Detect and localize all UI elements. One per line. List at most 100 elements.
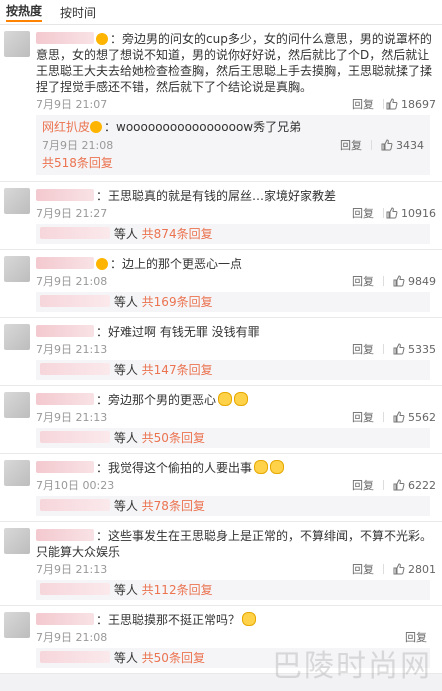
comment-time: 7月9日 21:08	[36, 275, 108, 288]
comment-text: ：王思聪摸那不挺正常吗？	[36, 612, 436, 628]
reply-button[interactable]: 回复	[343, 273, 383, 289]
comment-time: 7月9日 21:13	[36, 411, 108, 424]
more-replies-bar[interactable]: 等人 共78条回复	[36, 496, 430, 516]
vip-icon	[96, 33, 108, 45]
comment-time: 7月9日 21:13	[36, 563, 108, 576]
more-replies-bar[interactable]: 等人 共147条回复	[36, 360, 430, 380]
tab-by-time[interactable]: 按时间	[60, 4, 96, 21]
replier-names	[40, 499, 110, 511]
username[interactable]	[36, 461, 94, 473]
sub-comment-box: 网红扒皮 ：woooooooooooooooow秀了兄弟 7月9日 21:08 回…	[36, 115, 430, 175]
replier-names	[40, 363, 110, 375]
avatar[interactable]	[4, 324, 30, 350]
username[interactable]	[36, 393, 94, 405]
like-button[interactable]: 5562	[384, 411, 436, 424]
like-count: 5562	[408, 410, 436, 424]
like-button[interactable]: 2801	[384, 563, 436, 576]
more-replies-bar[interactable]: 等人 共874条回复	[36, 224, 430, 244]
reply-button[interactable]: 回复	[343, 477, 383, 493]
avatar[interactable]	[4, 460, 30, 486]
vip-icon	[90, 121, 103, 133]
replier-names	[40, 431, 110, 443]
comment-item: ：好难过啊 有钱无罪 没钱有罪 7月9日 21:13 回复 5335 等人 共1…	[0, 318, 442, 386]
tab-by-hot[interactable]: 按热度	[6, 2, 43, 22]
username[interactable]	[36, 189, 94, 201]
comment-text: ：旁边那个男的更恶心	[36, 392, 436, 408]
like-count: 9849	[408, 274, 436, 288]
sort-tabs: 按热度 按时间	[0, 0, 442, 25]
like-count: 5335	[408, 342, 436, 356]
vip-icon	[96, 258, 108, 270]
comment-text: ：我觉得这个偷拍的人要出事	[36, 460, 436, 476]
like-count: 10916	[401, 206, 436, 220]
sub-reply-button[interactable]: 回复	[331, 137, 371, 153]
more-replies-bar[interactable]: 等人 共112条回复	[36, 580, 430, 600]
thumb-up-icon	[393, 563, 405, 575]
reply-button[interactable]: 回复	[343, 341, 383, 357]
username[interactable]	[36, 325, 94, 337]
thumb-up-icon	[393, 411, 405, 423]
more-replies-link[interactable]: 共50条回复	[142, 431, 205, 445]
comment-text: ：旁边男的问女的cup多少，女的问什么意思，男的说罩杯的意思，女的想了想说不知道…	[36, 32, 433, 94]
like-count: 2801	[408, 562, 436, 576]
emoji-icon	[270, 460, 285, 474]
comment-text: ：边上的那个更恶心一点	[36, 256, 436, 272]
comment-text: ：好难过啊 有钱无罪 没钱有罪	[36, 324, 436, 340]
username[interactable]	[36, 529, 94, 541]
comment-time: 7月9日 21:07	[36, 98, 108, 111]
more-replies-bar[interactable]: 等人 共169条回复	[36, 292, 430, 312]
comment-item: ：旁边那个男的更恶心 7月9日 21:13 回复 5562 等人 共50条回复	[0, 386, 442, 454]
username[interactable]	[36, 613, 94, 625]
like-count: 18697	[401, 97, 436, 111]
like-count: 3434	[396, 138, 424, 152]
more-replies-link[interactable]: 共78条回复	[142, 499, 205, 513]
more-replies-link[interactable]: 共874条回复	[142, 227, 213, 241]
thumb-up-icon	[386, 207, 398, 219]
reply-button[interactable]: 回复	[343, 561, 383, 577]
comment-time: 7月10日 00:23	[36, 479, 115, 492]
avatar[interactable]	[4, 612, 30, 638]
replier-names	[40, 651, 110, 663]
like-button[interactable]: 6222	[384, 479, 436, 492]
more-replies-link[interactable]: 共50条回复	[142, 651, 205, 665]
comment-text: ：这些事发生在王思聪身上是正常的，不算绯闻，不算不光彩。只能算大众娱乐	[36, 529, 433, 559]
avatar[interactable]	[4, 31, 30, 57]
comment-text: ：王思聪真的就是有钱的屌丝…家境好家教差	[36, 188, 436, 204]
like-button[interactable]: 10916	[384, 207, 436, 220]
watermark: 巴陵时尚网	[272, 649, 432, 684]
comment-time: 7月9日 21:27	[36, 207, 108, 220]
emoji-icon	[254, 460, 269, 474]
replier-names	[40, 583, 110, 595]
reply-button[interactable]: 回复	[343, 96, 383, 112]
more-replies-bar[interactable]: 等人 共50条回复	[36, 428, 430, 448]
avatar[interactable]	[4, 528, 30, 554]
comment-time: 7月9日 21:13	[36, 343, 108, 356]
like-button[interactable]: 18697	[384, 98, 436, 111]
sub-comment-text: ：woooooooooooooooow秀了兄弟	[104, 120, 302, 134]
username[interactable]	[36, 257, 94, 269]
emoji-icon	[242, 612, 257, 626]
sub-username[interactable]: 网红扒皮	[42, 120, 90, 134]
thumb-up-icon	[381, 139, 393, 151]
more-replies-link[interactable]: 共147条回复	[142, 363, 213, 377]
thumb-up-icon	[393, 343, 405, 355]
replier-names	[40, 227, 110, 239]
thumb-up-icon	[386, 98, 398, 110]
sub-comment-time: 7月9日 21:08	[42, 139, 114, 152]
more-replies-link[interactable]: 共169条回复	[142, 295, 213, 309]
like-button[interactable]: 9849	[384, 275, 436, 288]
thumb-up-icon	[393, 479, 405, 491]
emoji-icon	[218, 392, 233, 406]
replier-names	[40, 295, 110, 307]
sub-like-button[interactable]: 3434	[372, 139, 424, 152]
reply-button[interactable]: 回复	[343, 409, 383, 425]
reply-button[interactable]: 回复	[343, 205, 383, 221]
more-replies-link[interactable]: 共112条回复	[142, 583, 213, 597]
like-count: 6222	[408, 478, 436, 492]
more-replies-link[interactable]: 共518条回复	[42, 156, 113, 170]
avatar[interactable]	[4, 392, 30, 418]
avatar[interactable]	[4, 256, 30, 282]
like-button[interactable]: 5335	[384, 343, 436, 356]
username[interactable]	[36, 32, 94, 44]
avatar[interactable]	[4, 188, 30, 214]
